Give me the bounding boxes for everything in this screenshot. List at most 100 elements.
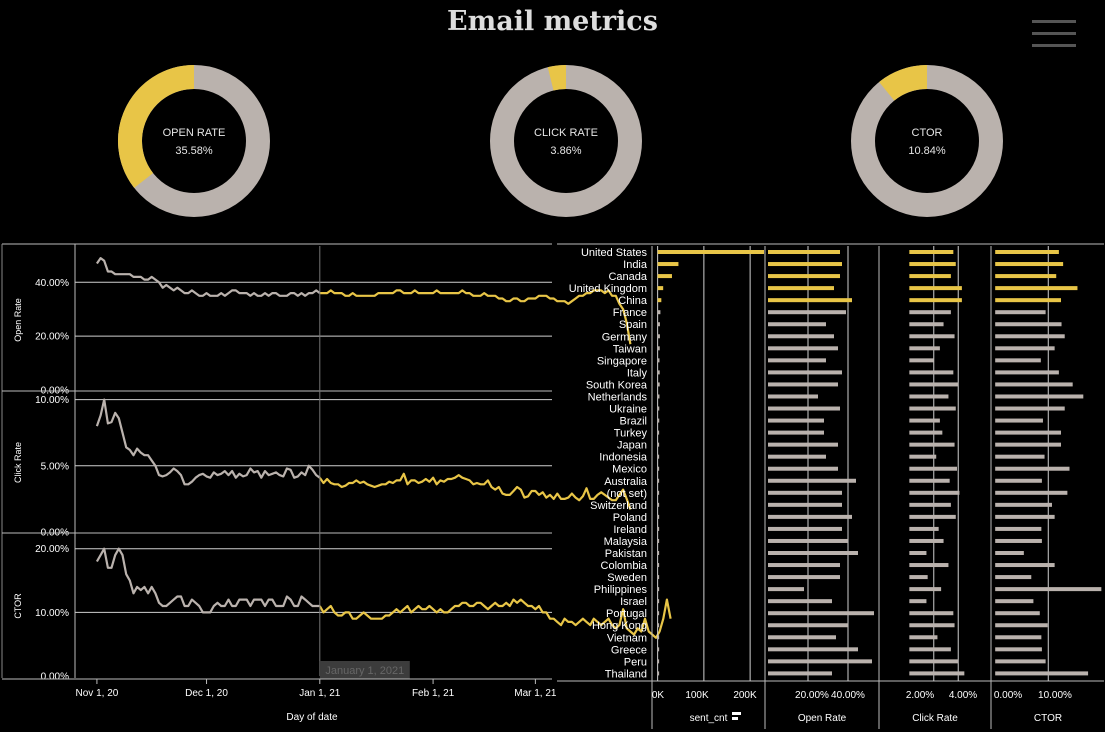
bar[interactable] [768,454,826,459]
bar[interactable] [995,418,1043,423]
bar[interactable] [995,442,1062,447]
bar[interactable] [909,671,965,676]
bar[interactable] [657,490,660,495]
bar[interactable] [768,274,840,279]
bar[interactable] [909,418,940,423]
bar[interactable] [995,611,1040,616]
bar[interactable] [768,370,842,375]
country-label[interactable]: Ireland [613,524,647,536]
bar[interactable] [657,659,660,664]
bar[interactable] [909,466,957,471]
country-label[interactable]: Philippines [594,584,648,596]
bar[interactable] [768,538,848,543]
bar[interactable] [657,406,660,411]
bar[interactable] [768,551,858,555]
country-label[interactable]: South Korea [586,379,648,391]
bar[interactable] [657,442,660,447]
bar[interactable] [909,599,927,604]
bar[interactable] [657,478,660,483]
bar[interactable] [657,563,660,568]
bar[interactable] [768,575,840,580]
bar[interactable] [768,478,856,483]
bar[interactable] [909,286,962,291]
country-label[interactable]: Pakistan [605,548,647,560]
bar[interactable] [909,502,951,507]
country-label[interactable]: Peru [624,656,647,668]
bar[interactable] [909,587,942,592]
country-label[interactable]: France [613,307,647,319]
country-label[interactable]: Hong Kong [592,620,647,632]
line-series-2-before[interactable] [95,398,321,486]
bar[interactable] [768,418,824,423]
line-series-2-after[interactable] [318,472,632,510]
bar[interactable] [657,430,660,435]
bar[interactable] [768,334,834,339]
bar[interactable] [657,611,660,616]
country-label[interactable]: Israel [620,596,647,608]
bar[interactable] [909,575,928,580]
bar[interactable] [909,382,959,387]
country-label[interactable]: Thailand [605,668,647,680]
bar[interactable] [768,526,842,531]
bar[interactable] [995,370,1059,375]
bar[interactable] [657,587,660,592]
bar[interactable] [657,551,660,555]
bar[interactable] [995,587,1102,592]
bar[interactable] [657,286,664,291]
country-label[interactable]: Netherlands [588,391,648,403]
bar[interactable] [657,394,660,399]
bar[interactable] [995,671,1089,676]
bar[interactable] [657,502,660,507]
bar[interactable] [909,334,955,339]
country-label[interactable]: Portugal [606,608,647,620]
bar[interactable] [909,406,956,411]
bar[interactable] [768,514,852,519]
bar[interactable] [995,647,1042,652]
bar[interactable] [909,514,956,519]
bar[interactable] [657,274,672,279]
bar[interactable] [909,358,934,363]
bar[interactable] [909,623,955,628]
bar[interactable] [768,611,874,616]
bar[interactable] [995,466,1070,471]
country-label[interactable]: Taiwan [613,343,647,355]
country-label[interactable]: Australia [604,476,648,488]
bar[interactable] [995,358,1041,363]
bar[interactable] [657,647,660,652]
bar[interactable] [909,490,960,495]
country-label[interactable]: Vietnam [607,632,647,644]
bar[interactable] [768,430,824,435]
bar[interactable] [768,346,838,351]
bar[interactable] [768,310,846,315]
bar[interactable] [995,430,1062,435]
bar[interactable] [768,671,832,676]
bar[interactable] [657,466,660,471]
bar[interactable] [657,514,660,519]
bar[interactable] [657,418,660,423]
bar[interactable] [768,394,818,399]
bar[interactable] [909,250,954,254]
country-label[interactable]: Spain [619,319,647,331]
country-label[interactable]: India [623,259,648,271]
country-label[interactable]: Japan [617,440,647,452]
bar[interactable] [657,671,660,676]
bar[interactable] [995,551,1024,555]
bar[interactable] [657,358,660,363]
bar[interactable] [768,599,832,604]
bar[interactable] [995,623,1048,628]
bar[interactable] [768,358,826,363]
bar[interactable] [768,490,842,495]
country-label[interactable]: Mexico [612,464,647,476]
country-label[interactable]: United States [581,247,648,259]
bar[interactable] [657,623,660,628]
line-series-3-before[interactable] [95,547,320,614]
bar[interactable] [995,538,1042,543]
bar[interactable] [909,563,949,568]
donut-ring-2[interactable] [490,65,642,217]
bar[interactable] [657,346,660,351]
bar[interactable] [768,502,842,507]
bar[interactable] [909,430,943,435]
bar[interactable] [909,659,959,664]
bar[interactable] [995,274,1057,279]
bar[interactable] [995,286,1078,291]
